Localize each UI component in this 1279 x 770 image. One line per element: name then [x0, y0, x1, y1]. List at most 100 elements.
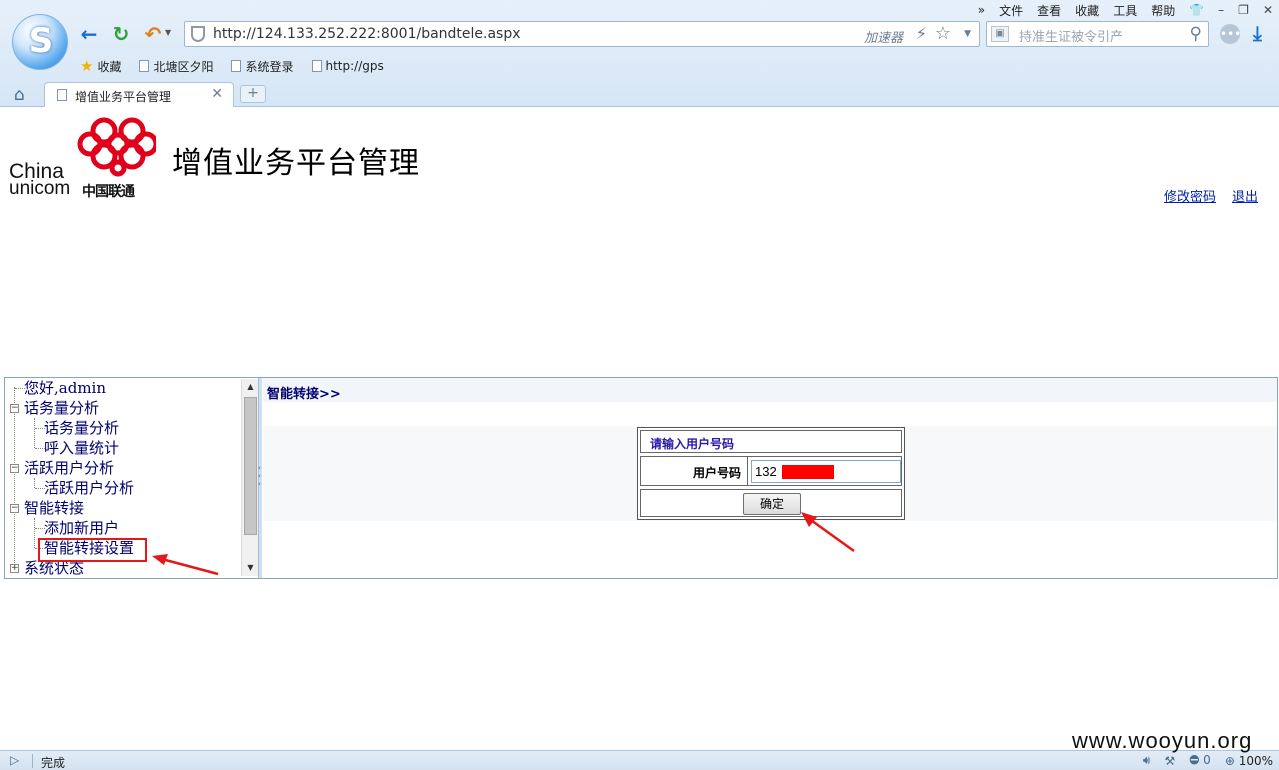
- annotation-arrow-icon: [801, 512, 855, 553]
- collapse-icon[interactable]: −: [10, 464, 19, 473]
- tree-connector: [34, 478, 35, 488]
- scroll-thumb[interactable]: [244, 397, 257, 535]
- speaker-icon[interactable]: 🔊︎: [1143, 753, 1151, 768]
- page-icon: [311, 60, 322, 72]
- tree-folder-traffic[interactable]: 话务量分析: [24, 398, 99, 418]
- menu-favorites[interactable]: 收藏: [1075, 2, 1099, 19]
- search-icon[interactable]: ⚲: [1190, 24, 1202, 44]
- tab-active[interactable]: 增值业务平台管理 ✕: [44, 82, 234, 107]
- search-box[interactable]: ▣ 持准生证被令引产 ⚲: [986, 21, 1209, 47]
- phone-label: 用户号码: [693, 466, 742, 480]
- collapse-icon[interactable]: −: [10, 504, 19, 513]
- menu-help[interactable]: 帮助: [1151, 2, 1175, 19]
- restore-icon[interactable]: ❐: [1238, 3, 1249, 17]
- minimize-icon[interactable]: –: [1218, 3, 1224, 17]
- favorite-label: 北塘区夕阳: [153, 59, 214, 74]
- tree-item-add-user[interactable]: 添加新用户: [44, 518, 119, 538]
- watermark: www.wooyun.org: [1072, 728, 1253, 753]
- status-text: 完成: [41, 756, 66, 770]
- logo-text-unicom: unicom: [9, 178, 71, 199]
- undo-icon[interactable]: ↶: [142, 22, 164, 46]
- confirm-button[interactable]: 确定: [743, 493, 801, 515]
- collapse-icon[interactable]: −: [10, 404, 19, 413]
- skin-icon[interactable]: 👕: [1189, 3, 1204, 17]
- home-icon[interactable]: ⌂: [14, 85, 25, 105]
- favorite-link[interactable]: http://gps: [311, 59, 384, 73]
- phone-number-input[interactable]: 132: [751, 460, 901, 483]
- zoom-icon[interactable]: ⊕ 100%: [1225, 754, 1273, 768]
- menu-view[interactable]: 查看: [1037, 2, 1061, 19]
- favorites-bar: ★ 收藏 北塘区夕阳 系统登录 http://gps: [80, 57, 384, 75]
- toolbox-icon[interactable]: ⚒: [1164, 754, 1175, 768]
- expand-icon[interactable]: +: [10, 564, 19, 573]
- scroll-up-icon[interactable]: ▲: [242, 379, 259, 395]
- frame-splitter[interactable]: ‹ ‹ ‹: [258, 378, 262, 578]
- lightning-icon[interactable]: ⚡︎: [916, 24, 927, 43]
- tree-connector: [14, 387, 15, 569]
- user-number-form: 请输入用户号码 用户号码 132 确定: [637, 427, 905, 520]
- menu-tools[interactable]: 工具: [1113, 2, 1137, 19]
- annotation-arrow-icon: [152, 554, 219, 576]
- tree-item-inbound-stats[interactable]: 呼入量统计: [44, 438, 119, 458]
- address-url[interactable]: http://124.133.252.222:8001/bandtele.asp…: [213, 26, 521, 42]
- adblock-icon[interactable]: ⛔︎ 0: [1189, 753, 1211, 768]
- browser-logo-icon[interactable]: S: [12, 14, 68, 70]
- back-arrow-icon[interactable]: ←: [78, 22, 100, 46]
- star-icon: ★: [80, 57, 94, 75]
- form-row: 用户号码 132: [640, 456, 902, 486]
- tree-connector: [34, 418, 35, 448]
- browser-chrome: S » 文件 查看 收藏 工具 帮助 👕 – ❐ ✕ ← ↻ ↶ ▼ http:…: [0, 0, 1279, 107]
- tree-folder-smart-transfer[interactable]: 智能转接: [24, 498, 84, 518]
- menu-expand-icon[interactable]: »: [978, 3, 985, 17]
- page-icon: [139, 60, 150, 72]
- address-dropdown-icon[interactable]: ▼: [964, 29, 971, 39]
- tree-item-traffic-analysis[interactable]: 话务量分析: [44, 418, 119, 438]
- annotation-highlight-box: [38, 538, 147, 562]
- favorite-link[interactable]: 北塘区夕阳: [139, 58, 213, 75]
- tree-greeting: 您好,admin: [24, 379, 106, 397]
- splitter-grip-icon[interactable]: ‹ ‹ ‹: [258, 464, 261, 488]
- refresh-icon[interactable]: ↻: [110, 22, 132, 46]
- undo-dropdown-icon[interactable]: ▼: [165, 28, 171, 37]
- zoom-level: 100%: [1238, 753, 1273, 768]
- favorites-label: 收藏: [97, 59, 122, 74]
- breadcrumb: 智能转接>>: [263, 378, 1277, 402]
- address-bar[interactable]: http://124.133.252.222:8001/bandtele.asp…: [184, 21, 980, 47]
- extension-menu-icon[interactable]: •••: [1220, 24, 1241, 44]
- cell-divider: [747, 457, 748, 485]
- page-icon: [231, 60, 242, 72]
- tree-scrollbar[interactable]: ▲ ▼: [241, 379, 258, 576]
- tab-title: 增值业务平台管理: [75, 90, 172, 104]
- tree-item-active-users-analysis[interactable]: 活跃用户分析: [44, 478, 134, 498]
- logo-text-cn: 中国联通: [82, 184, 135, 200]
- scroll-down-icon[interactable]: ▼: [242, 560, 259, 576]
- browser-menubar: » 文件 查看 收藏 工具 帮助 👕 – ❐ ✕: [978, 1, 1273, 19]
- adblock-count: 0: [1203, 753, 1211, 767]
- form-actions: 确定: [640, 489, 902, 517]
- status-divider: [32, 754, 33, 768]
- close-window-icon[interactable]: ✕: [1263, 3, 1273, 17]
- menu-file[interactable]: 文件: [999, 2, 1023, 19]
- favorite-label: http://gps: [325, 59, 384, 73]
- logout-link[interactable]: 退出: [1232, 186, 1258, 205]
- star-outline-icon[interactable]: ☆: [935, 23, 951, 44]
- search-input[interactable]: 持准生证被令引产: [1019, 26, 1123, 45]
- download-icon[interactable]: ⤓: [1253, 21, 1262, 45]
- new-tab-button[interactable]: +: [240, 85, 266, 103]
- tree-connector: [34, 518, 35, 548]
- sidebar-toggle-icon[interactable]: ▷: [10, 753, 19, 767]
- tree-folder-active-users[interactable]: 活跃用户分析: [24, 458, 114, 478]
- content-panel: 智能转接>> 请输入用户号码 用户号码 132 确定: [263, 378, 1277, 578]
- redaction-mark: [782, 465, 834, 479]
- close-tab-icon[interactable]: ✕: [211, 86, 223, 102]
- change-password-link[interactable]: 修改密码: [1164, 186, 1216, 205]
- accelerator-label[interactable]: 加速器: [864, 27, 903, 46]
- page-title: 增值业务平台管理: [172, 146, 420, 181]
- favorite-link[interactable]: 系统登录: [231, 58, 294, 75]
- search-engine-icon[interactable]: ▣: [991, 26, 1009, 42]
- favorite-label: 系统登录: [245, 59, 294, 74]
- favorites-button[interactable]: ★ 收藏: [80, 57, 121, 75]
- phone-number-value: 132: [755, 464, 777, 479]
- breadcrumb-text: 智能转接>>: [267, 387, 341, 402]
- status-icons: 🔊︎ ⚒ ⛔︎ 0 ⊕ 100%: [1143, 753, 1273, 768]
